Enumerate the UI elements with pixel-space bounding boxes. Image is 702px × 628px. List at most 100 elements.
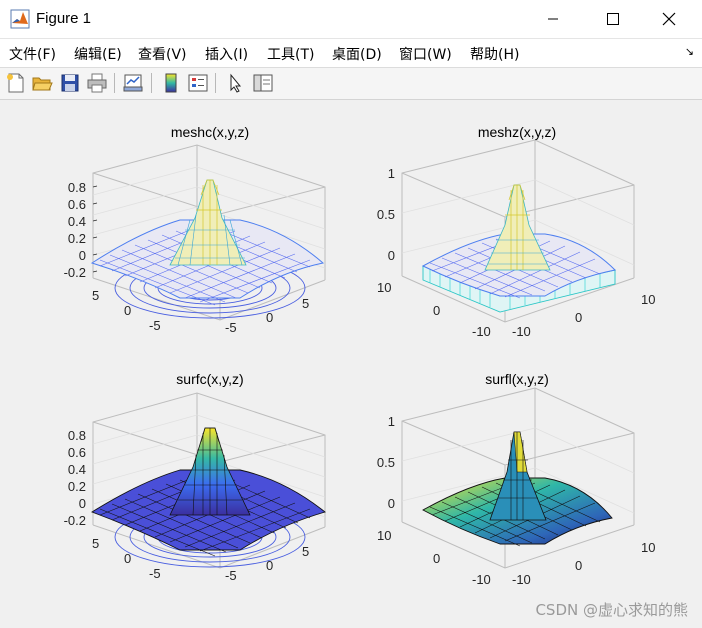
minimize-icon (548, 18, 558, 20)
y-tick: 0 (124, 303, 132, 318)
z-tick: 0.5 (376, 207, 395, 222)
plot-graphics-surfc (90, 392, 326, 569)
z-tick: 0.2 (67, 479, 86, 494)
z-tick: 0.2 (67, 231, 86, 246)
z-tick: 0.6 (67, 197, 86, 212)
axes-box (401, 139, 635, 323)
menu-file[interactable]: 文件(F) (9, 44, 56, 64)
z-tick: 0.8 (67, 180, 86, 195)
x-tick: -5 (225, 568, 237, 583)
z-tick: -0.2 (63, 513, 86, 528)
y-tick: -10 (472, 572, 491, 587)
mesh-surface (421, 184, 617, 299)
plot-graphics-surfl (401, 387, 635, 569)
y-tick: -10 (472, 324, 491, 339)
x-tick: 0 (266, 310, 274, 325)
close-button[interactable] (646, 0, 692, 38)
menubar: 文件(F) 编辑(E) 查看(V) 插入(I) 工具(T) 桌面(D) 窗口(W… (0, 39, 702, 68)
axis-ticks (92, 185, 98, 273)
y-tick: 10 (377, 528, 392, 543)
toolbar-separator (114, 73, 115, 93)
x-tick: 0 (575, 558, 583, 573)
link-plot-icon[interactable] (122, 72, 144, 94)
menu-help[interactable]: 帮助(H) (470, 44, 519, 64)
maximize-button[interactable] (590, 0, 636, 38)
property-editor-icon[interactable] (252, 72, 274, 94)
contour-ellipses (114, 257, 306, 319)
toolbar-separator (215, 73, 216, 93)
axes-grid (92, 414, 326, 518)
y-tick: 10 (377, 280, 392, 295)
z-tick: 1 (387, 414, 395, 429)
x-tick: -5 (225, 320, 237, 335)
x-tick: -10 (512, 572, 531, 587)
menu-overflow-arrow-icon[interactable]: ↘ (685, 45, 694, 58)
subplot-title: surfl(x,y,z) (485, 371, 549, 387)
x-tick: 10 (641, 292, 656, 307)
window-title: Figure 1 (36, 10, 92, 27)
subplot-title: meshc(x,y,z) (170, 124, 250, 140)
menu-insert[interactable]: 插入(I) (205, 44, 248, 64)
colorbar-icon[interactable] (160, 72, 182, 94)
maximize-icon (607, 13, 619, 25)
z-tick: 0 (387, 248, 395, 263)
y-tick: 0 (124, 551, 132, 566)
z-tick: 0.6 (67, 445, 86, 460)
menu-view[interactable]: 查看(V) (138, 44, 187, 64)
watermark: CSDN @虚心求知的熊 (535, 601, 688, 619)
z-tick: 1 (387, 166, 395, 181)
new-figure-icon[interactable] (5, 72, 27, 94)
x-tick: 5 (302, 544, 310, 559)
y-tick: 0 (433, 303, 441, 318)
contour-ellipses (114, 506, 306, 568)
print-icon[interactable] (86, 72, 108, 94)
plot-graphics-meshc (90, 144, 326, 321)
meshz-skirt (422, 265, 616, 313)
surface-patches (90, 427, 326, 557)
pointer-cursor-icon[interactable] (224, 72, 246, 94)
surface-patches (422, 431, 613, 547)
x-tick: -10 (512, 324, 531, 339)
x-tick: 10 (641, 540, 656, 555)
matlab-logo-icon (10, 9, 30, 29)
y-tick: -5 (149, 566, 161, 581)
z-tick: 0.8 (67, 428, 86, 443)
z-tick: 0 (78, 496, 86, 511)
axes-grid (401, 427, 635, 514)
save-disk-icon[interactable] (59, 72, 81, 94)
axes-grid (92, 166, 326, 269)
mesh-surface (90, 179, 325, 306)
menu-edit[interactable]: 编辑(E) (74, 44, 122, 64)
z-tick: -0.2 (63, 265, 86, 280)
menu-tools[interactable]: 工具(T) (267, 44, 314, 64)
y-tick: 0 (433, 551, 441, 566)
z-tick: 0.4 (67, 462, 86, 477)
close-icon (662, 12, 676, 26)
axes-box (92, 392, 326, 569)
z-tick: 0.4 (67, 214, 86, 229)
z-tick: 0 (387, 496, 395, 511)
window-titlebar: Figure 1 (0, 0, 702, 39)
open-folder-icon[interactable] (31, 72, 53, 94)
subplot-title: meshz(x,y,z) (477, 124, 557, 140)
subplot-title: surfc(x,y,z) (176, 371, 244, 387)
y-tick: 5 (92, 536, 100, 551)
axes-grid (401, 179, 635, 266)
minimize-button[interactable] (530, 0, 576, 38)
x-tick: 5 (302, 296, 310, 311)
x-tick: 0 (575, 310, 583, 325)
toolbar-separator (151, 73, 152, 93)
figure-toolbar (0, 68, 702, 100)
z-tick: 0 (78, 248, 86, 263)
menu-desktop[interactable]: 桌面(D) (332, 44, 382, 64)
menu-window[interactable]: 窗口(W) (399, 44, 452, 64)
figure-canvas[interactable]: meshc(x,y,z) 0.8 0.6 0.4 0.2 0 -0.2 5 0 … (0, 100, 702, 628)
x-tick: 0 (266, 558, 274, 573)
legend-icon[interactable] (187, 72, 209, 94)
axes-box (401, 387, 635, 569)
y-tick: 5 (92, 288, 100, 303)
axes-box (92, 144, 326, 321)
y-tick: -5 (149, 318, 161, 333)
z-tick: 0.5 (376, 455, 395, 470)
plot-graphics-meshz (401, 139, 635, 323)
